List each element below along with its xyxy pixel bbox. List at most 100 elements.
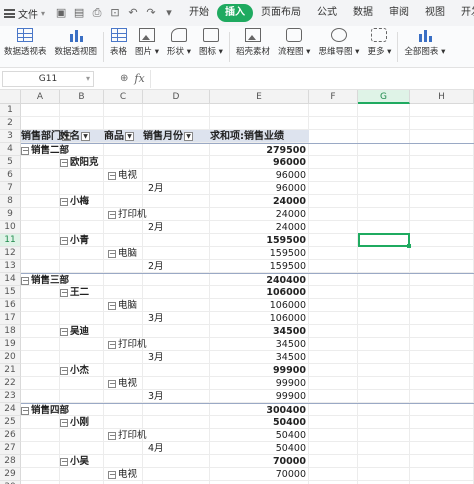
row-header-25[interactable]: 25 xyxy=(0,416,21,429)
row-header-7[interactable]: 7 xyxy=(0,182,21,195)
collapse-toggle-icon[interactable]: − xyxy=(60,288,68,297)
row-header-3[interactable]: 3 xyxy=(0,130,21,143)
pivot-value-cell[interactable]: 50400 xyxy=(210,442,309,455)
row-header-10[interactable]: 10 xyxy=(0,221,21,234)
row-header-1[interactable]: 1 xyxy=(0,104,21,117)
name-box[interactable]: G11 xyxy=(2,70,94,87)
pivot-value-cell[interactable]: 106000 xyxy=(210,299,309,312)
row-header-29[interactable]: 29 xyxy=(0,468,21,481)
ribbon-button-3[interactable]: 图片 ▾ xyxy=(131,26,163,67)
pivot-value-cell[interactable]: 99900 xyxy=(210,390,309,403)
pivot-value-cell[interactable]: 70000 xyxy=(210,468,309,481)
row-header-16[interactable]: 16 xyxy=(0,299,21,312)
pivot-person-cell[interactable]: − 小杰 xyxy=(60,364,140,377)
pivot-month-cell[interactable]: 3月 xyxy=(148,351,188,364)
row-header-23[interactable]: 23 xyxy=(0,390,21,403)
pivot-product-cell[interactable]: − 电视 xyxy=(108,169,178,182)
save-icon[interactable]: ▣ xyxy=(55,6,67,20)
pivot-value-cell[interactable]: 34500 xyxy=(210,325,309,338)
collapse-toggle-icon[interactable]: − xyxy=(60,366,68,375)
pivot-value-cell[interactable]: 34500 xyxy=(210,351,309,364)
pivot-product-cell[interactable]: − 电视 xyxy=(108,468,178,481)
collapse-toggle-icon[interactable]: − xyxy=(108,171,116,180)
column-header-A[interactable]: A xyxy=(21,90,60,104)
collapse-toggle-icon[interactable]: − xyxy=(108,249,116,258)
pivot-month-cell[interactable]: 2月 xyxy=(148,182,188,195)
row-header-11[interactable]: 11 xyxy=(0,234,21,247)
filter-dropdown-icon[interactable]: ▼ xyxy=(184,131,193,141)
column-header-E[interactable]: E xyxy=(210,90,309,104)
column-header-H[interactable]: H xyxy=(410,90,474,104)
ribbon-button-1[interactable]: 数据透视图 xyxy=(51,26,102,67)
row-header-15[interactable]: 15 xyxy=(0,286,21,299)
file-menu[interactable]: 文件 ▾ xyxy=(0,6,49,21)
pivot-value-cell[interactable]: 96000 xyxy=(210,156,309,169)
ribbon-button-9[interactable]: 更多 ▾ xyxy=(363,26,395,67)
undo-icon[interactable]: ↶ xyxy=(127,6,139,20)
redo-icon[interactable]: ↷ xyxy=(145,6,157,20)
formula-input[interactable] xyxy=(150,70,474,88)
pivot-person-cell[interactable]: − 吴迪 xyxy=(60,325,140,338)
tab-5[interactable]: 审阅 xyxy=(381,4,417,22)
column-header-C[interactable]: C xyxy=(104,90,143,104)
row-header-28[interactable]: 28 xyxy=(0,455,21,468)
tab-6[interactable]: 视图 xyxy=(417,4,453,22)
row-header-6[interactable]: 6 xyxy=(0,169,21,182)
print-preview-icon[interactable]: ⊡ xyxy=(109,6,121,20)
pivot-product-cell[interactable]: − 打印机 xyxy=(108,338,178,351)
row-header-19[interactable]: 19 xyxy=(0,338,21,351)
ribbon-button-8[interactable]: 思维导图 ▾ xyxy=(314,26,363,67)
ribbon-button-4[interactable]: 形状 ▾ xyxy=(163,26,195,67)
filter-dropdown-icon[interactable]: ▼ xyxy=(125,131,134,141)
collapse-toggle-icon[interactable]: − xyxy=(60,418,68,427)
pivot-value-cell[interactable]: 24000 xyxy=(210,221,309,234)
ribbon-button-10[interactable]: 全部图表 ▾ xyxy=(400,26,449,67)
pivot-value-cell[interactable]: 99900 xyxy=(210,364,309,377)
pivot-field-header[interactable]: 销售月份 ▼ xyxy=(143,130,210,143)
ribbon-button-0[interactable]: 数据透视表 xyxy=(0,26,51,67)
filter-dropdown-icon[interactable]: ▼ xyxy=(81,131,90,141)
pivot-value-cell[interactable]: 99900 xyxy=(210,377,309,390)
pivot-value-cell[interactable]: 50400 xyxy=(210,416,309,429)
collapse-toggle-icon[interactable]: − xyxy=(108,210,116,219)
row-header-13[interactable]: 13 xyxy=(0,260,21,273)
select-all-corner[interactable] xyxy=(0,90,21,104)
export-pdf-icon[interactable]: ▤ xyxy=(73,6,85,20)
print-icon[interactable]: ⎙ xyxy=(91,6,103,20)
row-header-5[interactable]: 5 xyxy=(0,156,21,169)
column-header-G[interactable]: G xyxy=(358,90,410,104)
pivot-person-cell[interactable]: − 小梅 xyxy=(60,195,140,208)
pivot-value-cell[interactable]: 50400 xyxy=(210,429,309,442)
collapse-toggle-icon[interactable]: − xyxy=(21,146,29,155)
zoom-search-icon[interactable]: ⊕ xyxy=(120,73,128,84)
pivot-value-cell[interactable]: 106000 xyxy=(210,312,309,325)
pivot-value-cell[interactable]: 106000 xyxy=(210,286,309,299)
collapse-toggle-icon[interactable]: − xyxy=(21,406,29,415)
row-header-4[interactable]: 4 xyxy=(0,143,21,156)
pivot-person-cell[interactable]: − 小刚 xyxy=(60,416,140,429)
pivot-field-header[interactable]: 商品 ▼ xyxy=(104,130,143,143)
tab-4[interactable]: 数据 xyxy=(345,4,381,22)
tab-1[interactable]: 插入 xyxy=(217,4,254,22)
row-header-14[interactable]: 14 xyxy=(0,273,21,286)
fx-icon[interactable]: fx xyxy=(134,72,144,85)
row-header-24[interactable]: 24 xyxy=(0,403,21,416)
collapse-toggle-icon[interactable]: − xyxy=(60,327,68,336)
row-header-17[interactable]: 17 xyxy=(0,312,21,325)
pivot-field-header[interactable]: 姓名 ▼ xyxy=(60,130,104,143)
ribbon-button-6[interactable]: 稻壳素材 xyxy=(232,26,274,67)
pivot-person-cell[interactable]: − 小吴 xyxy=(60,455,140,468)
column-header-B[interactable]: B xyxy=(60,90,104,104)
pivot-value-cell[interactable]: 159500 xyxy=(210,260,309,273)
pivot-person-cell[interactable]: − 王二 xyxy=(60,286,140,299)
ribbon-button-5[interactable]: 图标 ▾ xyxy=(195,26,227,67)
row-header-22[interactable]: 22 xyxy=(0,377,21,390)
collapse-toggle-icon[interactable]: − xyxy=(60,158,68,167)
pivot-value-cell[interactable]: 96000 xyxy=(210,182,309,195)
row-header-12[interactable]: 12 xyxy=(0,247,21,260)
tab-2[interactable]: 页面布局 xyxy=(253,4,309,22)
pivot-product-cell[interactable]: − 电脑 xyxy=(108,299,178,312)
pivot-product-cell[interactable]: − 打印机 xyxy=(108,429,178,442)
row-header-2[interactable]: 2 xyxy=(0,117,21,130)
pivot-person-cell[interactable]: − 欧阳克 xyxy=(60,156,140,169)
